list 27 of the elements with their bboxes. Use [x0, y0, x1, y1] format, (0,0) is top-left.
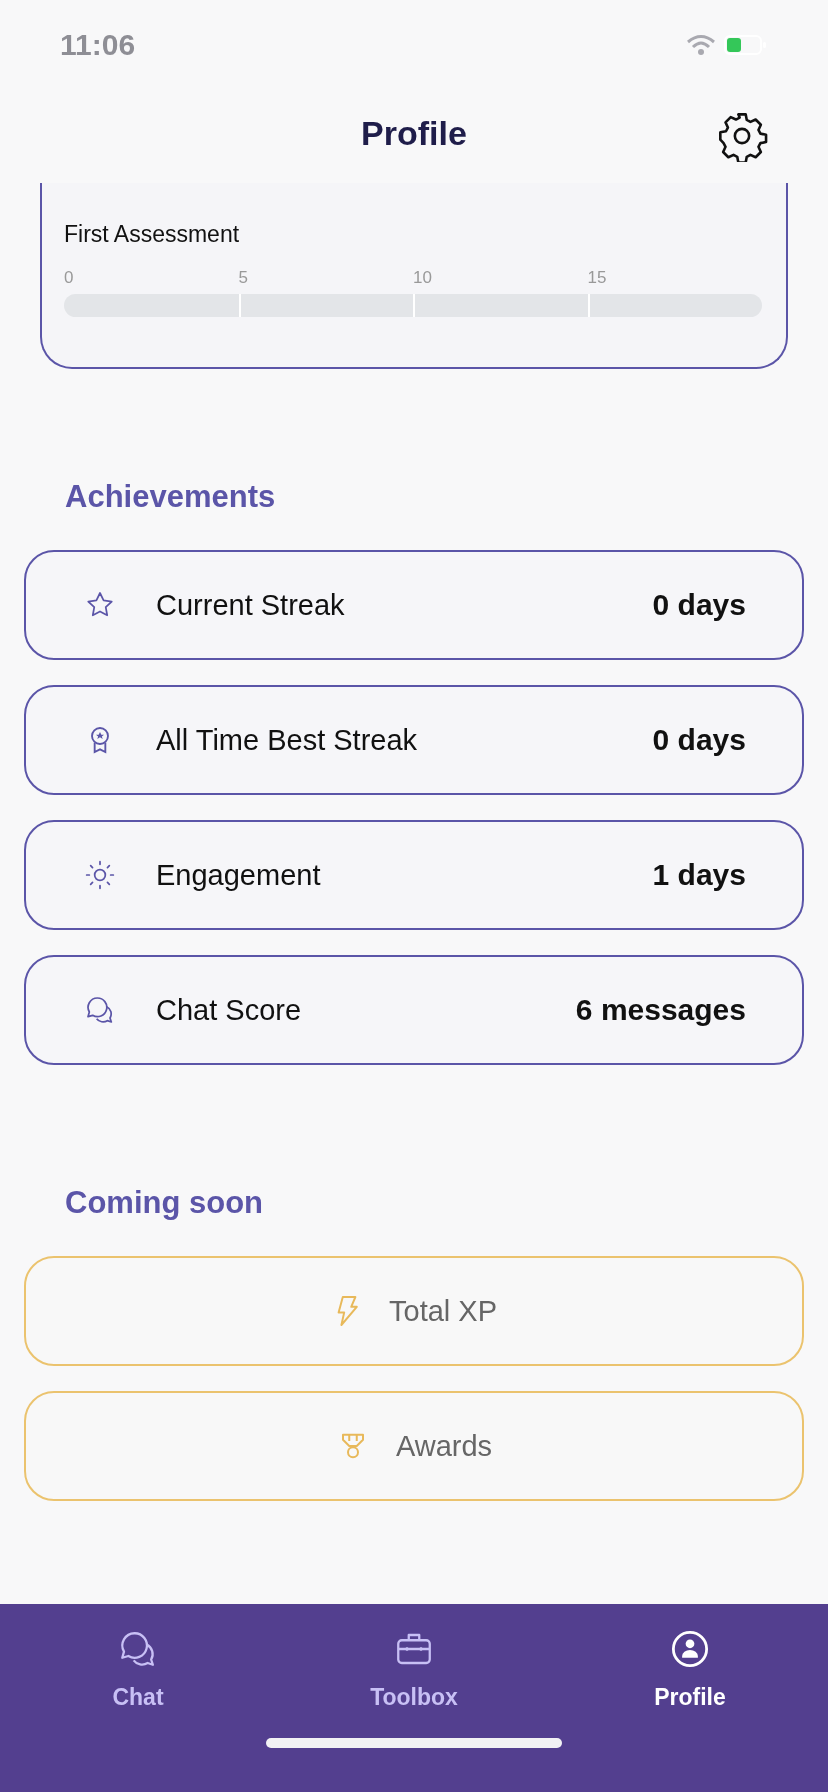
achievement-label: Engagement: [156, 858, 322, 892]
achievement-label: Current Streak: [156, 588, 346, 622]
tick-label: 5: [238, 268, 248, 288]
battery-icon: [724, 34, 768, 56]
achievement-value: 6 messages: [575, 993, 746, 1027]
tick-label: 0: [64, 268, 74, 288]
coming-soon-label: Total XP: [389, 1294, 497, 1328]
achievement-value: 0 days: [652, 723, 746, 757]
achievement-label: All Time Best Streak: [156, 723, 419, 757]
achievement-value: 1 days: [652, 858, 746, 892]
tick-label: 10: [413, 268, 432, 288]
coming-soon-label: Awards: [395, 1429, 493, 1463]
section-heading: Coming soon: [65, 1184, 265, 1222]
tick-label: 15: [587, 268, 607, 288]
tab-item[interactable]: Profile: [552, 1628, 828, 1711]
settings-icon[interactable]: [716, 110, 768, 162]
achievement-label: Chat Score: [156, 993, 303, 1027]
wifi-icon: [686, 34, 716, 56]
screen-title: Profile: [361, 114, 467, 153]
profile-icon: [669, 1628, 711, 1670]
section-heading: Achievements: [65, 478, 277, 516]
tab-item[interactable]: Toolbox: [276, 1628, 552, 1711]
sun-icon: [84, 859, 116, 891]
assessment-title: First Assessment: [64, 221, 240, 248]
tab-item[interactable]: Chat: [0, 1628, 276, 1711]
status-time: 11:06: [60, 28, 136, 62]
achievement-value: 0 days: [652, 588, 746, 622]
